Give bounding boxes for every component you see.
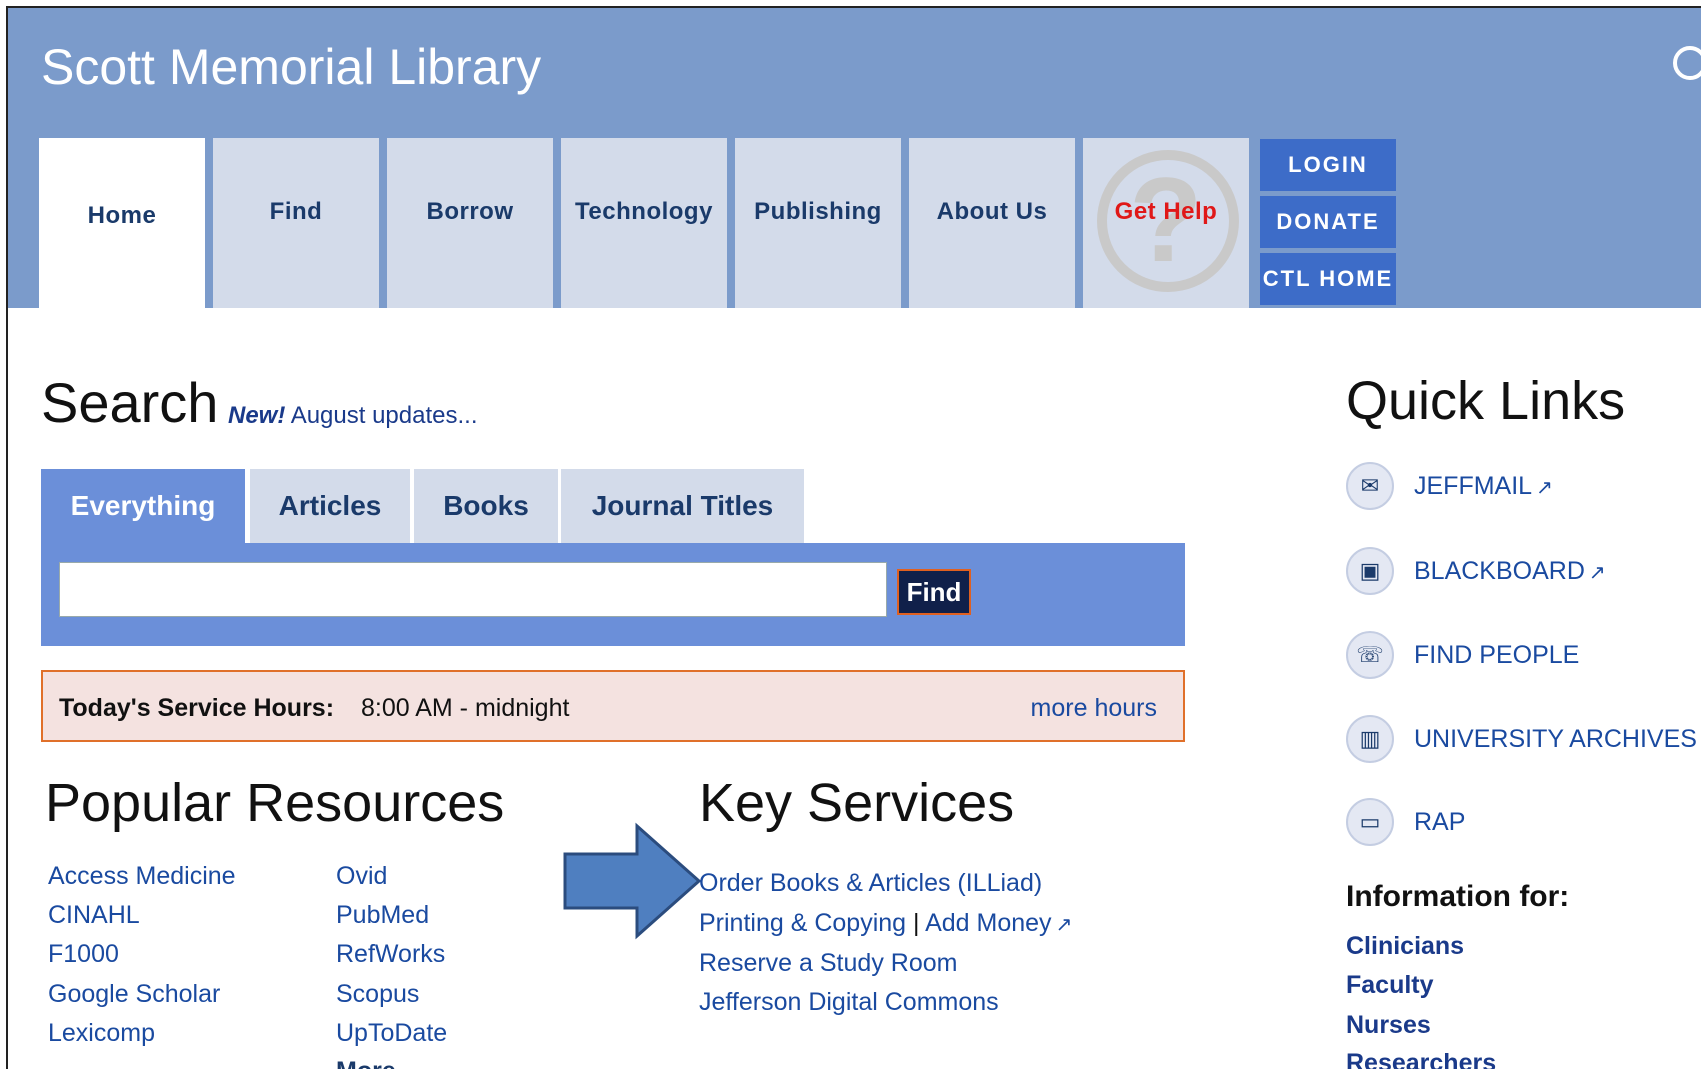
search-tab-articles[interactable]: Articles xyxy=(250,469,410,543)
resource-link[interactable]: Lexicomp xyxy=(48,1019,155,1048)
resource-link[interactable]: F1000 xyxy=(48,940,119,969)
add-money-link[interactable]: Add Money xyxy=(925,909,1051,937)
site-header: Scott Memorial Library xyxy=(8,8,1701,126)
resource-link[interactable]: Ovid xyxy=(336,862,387,891)
info-link-researchers[interactable]: Researchers xyxy=(1346,1049,1496,1069)
nav-tab-technology[interactable]: Technology xyxy=(561,138,727,308)
service-hours-bar: Today's Service Hours: 8:00 AM - midnigh… xyxy=(41,670,1185,742)
new-badge: New! xyxy=(228,402,286,429)
site-title[interactable]: Scott Memorial Library xyxy=(41,38,541,96)
resource-link[interactable]: Access Medicine xyxy=(48,862,236,891)
search-tab-everything[interactable]: Everything xyxy=(41,469,245,543)
info-link-faculty[interactable]: Faculty xyxy=(1346,971,1434,1000)
key-services-title: Key Services xyxy=(699,773,1015,833)
hours-value: 8:00 AM - midnight xyxy=(361,694,570,722)
resource-link[interactable]: UpToDate xyxy=(336,1019,447,1048)
nav-tab-about-us[interactable]: About Us xyxy=(909,138,1075,308)
external-link-icon: ↗ xyxy=(1588,562,1606,584)
info-link-clinicians[interactable]: Clinicians xyxy=(1346,932,1464,961)
browser-viewport: Scott Memorial Library Home Find Borrow … xyxy=(6,6,1701,1069)
info-link-nurses[interactable]: Nurses xyxy=(1346,1011,1431,1040)
nav-tab-publishing[interactable]: Publishing xyxy=(735,138,901,308)
resource-link[interactable]: CINAHL xyxy=(48,901,140,930)
resource-link[interactable]: RefWorks xyxy=(336,940,445,969)
popular-resources-title: Popular Resources xyxy=(45,773,505,833)
hours-label: Today's Service Hours: xyxy=(59,694,335,722)
search-input[interactable] xyxy=(59,562,887,617)
digital-commons-link[interactable]: Jefferson Digital Commons xyxy=(699,988,999,1017)
donate-button[interactable]: DONATE xyxy=(1260,196,1396,248)
information-for-title: Information for: xyxy=(1346,880,1570,913)
search-panel: Find xyxy=(41,543,1185,646)
monitor-icon: ▭ xyxy=(1346,798,1394,846)
quick-link-label: UNIVERSITY ARCHIVES xyxy=(1414,725,1697,753)
more-hours-link[interactable]: more hours xyxy=(1031,694,1157,723)
external-link-icon: ↗ xyxy=(1536,477,1553,499)
get-help-label: Get Help xyxy=(1114,198,1218,225)
search-tab-journal-titles[interactable]: Journal Titles xyxy=(561,469,804,543)
illiad-link[interactable]: Order Books & Articles (ILLiad) xyxy=(699,869,1042,898)
ctl-home-button[interactable]: CTL HOME xyxy=(1260,253,1396,305)
nav-tab-borrow[interactable]: Borrow xyxy=(387,138,553,308)
search-heading: Search xyxy=(41,371,219,434)
right-arrow-annotation xyxy=(563,822,702,940)
find-button[interactable]: Find xyxy=(897,569,971,615)
search-tab-books[interactable]: Books xyxy=(414,469,558,543)
quick-link-label: FIND PEOPLE xyxy=(1414,641,1580,669)
quick-link-label: JEFFMAIL xyxy=(1414,472,1533,500)
search-updates-link[interactable]: New! August updates... xyxy=(228,402,477,430)
nav-tab-find[interactable]: Find xyxy=(213,138,379,308)
envelope-icon: ✉ xyxy=(1346,462,1394,510)
resource-link[interactable]: Google Scholar xyxy=(48,980,220,1009)
updates-text: August updates... xyxy=(290,402,478,429)
printing-copying-link[interactable]: Printing & Copying xyxy=(699,909,906,937)
nav-tab-home[interactable]: Home xyxy=(39,138,205,316)
quick-links-title: Quick Links xyxy=(1346,371,1626,431)
printing-row: Printing & Copying | Add Money ↗ xyxy=(699,909,1072,938)
external-link-icon: ↗ xyxy=(1055,914,1073,936)
nav-tab-get-help[interactable]: ? Get Help xyxy=(1083,138,1249,308)
resource-link[interactable]: Scopus xyxy=(336,980,419,1009)
presentation-icon: ▣ xyxy=(1346,547,1394,595)
book-icon: ▥ xyxy=(1346,715,1394,763)
search-icon[interactable] xyxy=(1673,46,1701,80)
more-resources-link[interactable]: More xyxy=(336,1057,396,1069)
quick-link-label: RAP xyxy=(1414,808,1466,836)
login-button[interactable]: LOGIN xyxy=(1260,139,1396,191)
study-room-link[interactable]: Reserve a Study Room xyxy=(699,949,957,978)
resource-link[interactable]: PubMed xyxy=(336,901,429,930)
quick-link-label: BLACKBOARD xyxy=(1414,557,1585,585)
phone-icon: ☏ xyxy=(1346,631,1394,679)
main-nav: Home Find Borrow Technology Publishing A… xyxy=(8,126,1701,316)
link-separator: | xyxy=(913,909,920,937)
